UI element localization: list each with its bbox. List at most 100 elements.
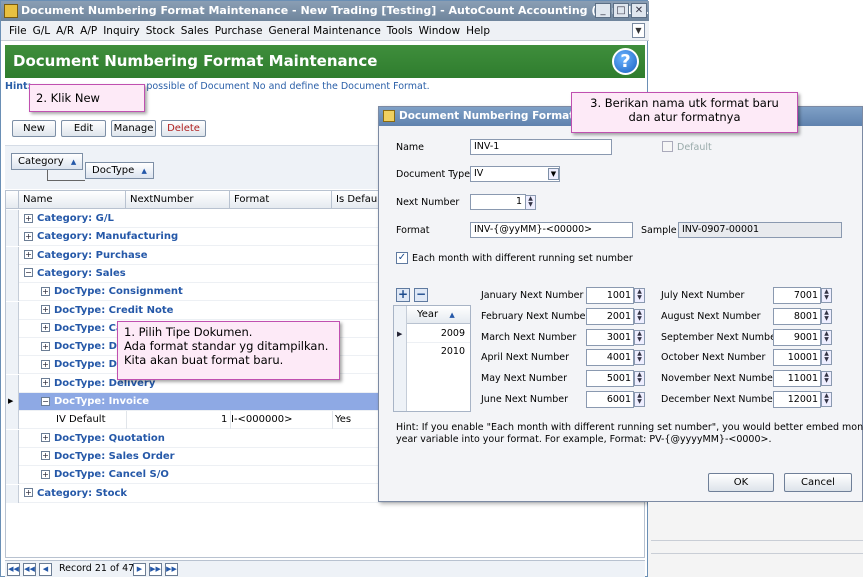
year-row[interactable]: 2009 xyxy=(407,325,470,343)
chevron-down-icon[interactable]: ▼ xyxy=(548,168,559,180)
menu-file[interactable]: File xyxy=(6,21,30,41)
spin-arrows-icon[interactable]: ▲ ▼ xyxy=(821,350,832,366)
row-selector[interactable] xyxy=(6,319,19,338)
expand-icon[interactable]: + xyxy=(41,341,50,351)
new-button[interactable]: New xyxy=(12,120,56,137)
expand-icon[interactable]: + xyxy=(41,451,50,461)
name-input[interactable]: INV-1 xyxy=(470,139,612,155)
month-next-number-input[interactable]: 10001 xyxy=(773,349,821,367)
group-chip-doctype[interactable]: DocType ▲ xyxy=(85,162,154,179)
month-next-number-input[interactable]: 7001 xyxy=(773,287,821,304)
format-input[interactable]: INV-{@yyMM}-<00000> xyxy=(470,222,633,238)
edit-button[interactable]: Edit xyxy=(61,120,106,137)
month-next-number-input[interactable]: 1001 xyxy=(586,287,634,304)
menu-ar[interactable]: A/R xyxy=(53,21,77,41)
nav-last-icon[interactable]: ▶▶ xyxy=(165,563,178,576)
year-column-header[interactable]: Year ▲ xyxy=(407,306,470,324)
cancel-button[interactable]: Cancel xyxy=(784,473,852,492)
menu-gl[interactable]: G/L xyxy=(30,21,54,41)
month-next-number-input[interactable]: 12001 xyxy=(773,391,821,408)
column-header-name[interactable]: Name xyxy=(19,191,126,209)
expand-icon[interactable]: + xyxy=(41,286,50,296)
spin-arrows-icon[interactable]: ▲ ▼ xyxy=(634,371,645,387)
nav-prev-icon[interactable]: ◀ xyxy=(39,563,52,576)
row-selector[interactable] xyxy=(6,228,19,247)
menu-sales[interactable]: Sales xyxy=(178,21,212,41)
doctype-select[interactable]: IV xyxy=(470,166,560,182)
collapse-icon[interactable]: − xyxy=(41,396,50,406)
expand-icon[interactable]: + xyxy=(24,488,33,497)
expand-icon[interactable]: + xyxy=(41,433,50,443)
spin-arrows-icon[interactable]: ▲ ▼ xyxy=(634,308,645,324)
remove-year-icon[interactable]: − xyxy=(414,288,428,302)
row-selector[interactable] xyxy=(6,338,19,357)
month-next-number-input[interactable]: 6001 xyxy=(586,391,634,408)
row-selector[interactable] xyxy=(6,374,19,393)
expand-icon[interactable]: + xyxy=(41,469,50,479)
help-icon[interactable]: ? xyxy=(612,48,639,75)
spin-arrows-icon[interactable]: ▲ ▼ xyxy=(634,392,645,407)
menu-help[interactable]: Help xyxy=(463,21,493,41)
month-next-number-input[interactable]: 3001 xyxy=(586,328,634,346)
row-selector[interactable] xyxy=(6,447,19,466)
month-next-number-input[interactable]: 8001 xyxy=(773,307,821,325)
nav-first-icon[interactable]: ◀◀ xyxy=(7,563,20,576)
year-row[interactable]: 2010 xyxy=(407,343,470,361)
manage-button[interactable]: Manage xyxy=(111,120,156,137)
menu-window[interactable]: Window xyxy=(416,21,463,41)
spin-arrows-icon[interactable]: ▲ ▼ xyxy=(634,350,645,366)
row-selector[interactable] xyxy=(6,356,19,375)
row-selector[interactable] xyxy=(6,264,19,283)
nav-next-page-icon[interactable]: ▶▶ xyxy=(149,563,162,576)
collapse-icon[interactable]: − xyxy=(24,268,33,278)
default-checkbox[interactable] xyxy=(662,141,673,152)
group-chip-category[interactable]: Category ▲ xyxy=(11,153,84,170)
spin-arrows-icon[interactable]: ▲ ▼ xyxy=(821,288,832,303)
month-next-number-input[interactable]: 11001 xyxy=(773,370,821,388)
menu-ap[interactable]: A/P xyxy=(77,21,100,41)
expand-icon[interactable]: + xyxy=(41,378,50,388)
nav-next-icon[interactable]: ▶ xyxy=(133,563,146,576)
add-year-icon[interactable]: + xyxy=(396,288,410,302)
menu-general-maintenance[interactable]: General Maintenance xyxy=(265,21,383,41)
expand-icon[interactable]: + xyxy=(41,305,50,314)
minimize-button[interactable]: _ xyxy=(595,3,611,18)
row-selector[interactable] xyxy=(6,466,19,485)
next-number-input[interactable]: 1 xyxy=(470,194,526,210)
month-next-number-input[interactable]: 9001 xyxy=(773,328,821,346)
close-button[interactable]: ✕ xyxy=(631,3,647,18)
row-selector[interactable] xyxy=(6,411,19,430)
maximize-button[interactable]: □ xyxy=(613,3,629,18)
ok-button[interactable]: OK xyxy=(708,473,774,492)
expand-icon[interactable]: + xyxy=(24,250,33,260)
column-header-format[interactable]: Format xyxy=(230,191,332,209)
spin-arrows-icon[interactable]: ▲ ▼ xyxy=(634,329,645,345)
month-next-number-input[interactable]: 4001 xyxy=(586,349,634,367)
row-selector[interactable] xyxy=(6,210,19,228)
row-selector[interactable] xyxy=(6,429,19,448)
column-header-nextnumber[interactable]: NextNumber xyxy=(126,191,230,209)
spin-arrows-icon[interactable]: ▲ ▼ xyxy=(821,308,832,324)
expand-icon[interactable]: + xyxy=(24,213,33,223)
spin-arrows-icon[interactable]: ▲ ▼ xyxy=(821,392,832,407)
spin-arrows-icon[interactable]: ▲ ▼ xyxy=(821,371,832,387)
each-month-checkbox[interactable]: ✓ xyxy=(396,252,408,264)
expand-icon[interactable]: + xyxy=(41,359,50,369)
menu-tools[interactable]: Tools xyxy=(384,21,416,41)
row-selector[interactable]: ▶ xyxy=(6,393,19,411)
row-selector[interactable] xyxy=(6,301,19,320)
menu-stock[interactable]: Stock xyxy=(143,21,178,41)
month-next-number-input[interactable]: 2001 xyxy=(586,307,634,325)
spin-arrows-icon[interactable]: ▲ ▼ xyxy=(634,288,645,303)
delete-button[interactable]: Delete xyxy=(161,120,206,137)
menu-inquiry[interactable]: Inquiry xyxy=(100,21,143,41)
spin-arrows-icon[interactable]: ▲ ▼ xyxy=(525,195,536,210)
expand-icon[interactable]: + xyxy=(24,231,33,241)
nav-prev-page-icon[interactable]: ◀◀ xyxy=(23,563,36,576)
spin-arrows-icon[interactable]: ▲ ▼ xyxy=(821,329,832,345)
row-selector[interactable] xyxy=(6,246,19,265)
menu-dropdown-icon[interactable]: ▼ xyxy=(632,23,645,38)
row-selector[interactable] xyxy=(6,484,19,503)
expand-icon[interactable]: + xyxy=(41,323,50,333)
row-selector[interactable] xyxy=(6,283,19,302)
